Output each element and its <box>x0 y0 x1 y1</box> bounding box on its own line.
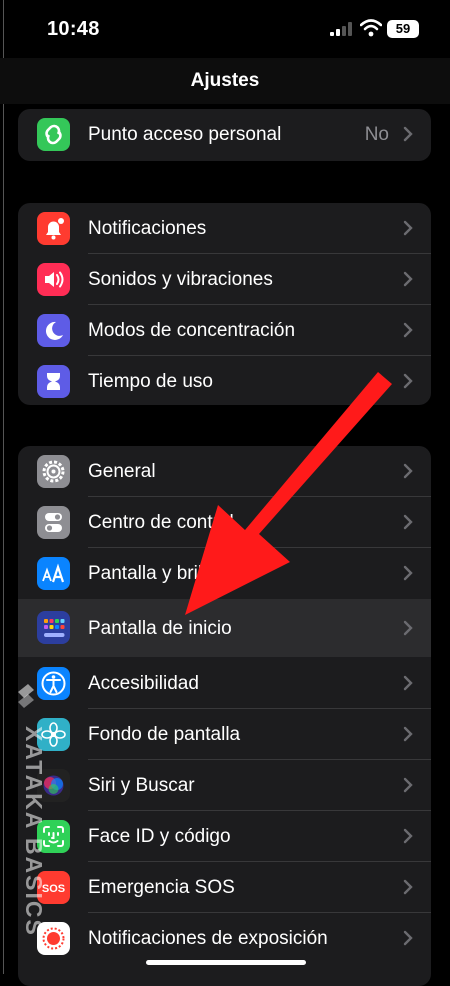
settings-row-label: Centro de control <box>88 512 234 533</box>
settings-row-label: Tiempo de uso <box>88 371 213 392</box>
settings-row-exposure[interactable]: Notificaciones de exposición <box>18 913 431 964</box>
settings-row-label: Notificaciones de exposición <box>88 928 328 949</box>
status-time: 10:48 <box>47 18 100 40</box>
settings-row-label: Siri y Buscar <box>88 775 195 796</box>
speaker-icon <box>37 263 70 296</box>
settings-row-face-id[interactable]: Face ID y código <box>18 811 431 862</box>
battery-indicator: 59 <box>387 20 419 38</box>
settings-row-emergency-sos[interactable]: SOS Emergencia SOS <box>18 862 431 913</box>
settings-row-screen-time[interactable]: Tiempo de uso <box>18 356 431 405</box>
settings-row-wallpaper[interactable]: Fondo de pantalla <box>18 709 431 760</box>
settings-row-home-screen[interactable]: Pantalla de inicio <box>18 599 431 657</box>
chevron-right-icon <box>403 879 413 895</box>
settings-row-control-center[interactable]: Centro de control <box>18 497 431 548</box>
home-indicator[interactable] <box>146 960 306 965</box>
chevron-right-icon <box>403 373 413 389</box>
hotspot-icon <box>37 118 70 151</box>
toggles-icon <box>37 506 70 539</box>
chevron-right-icon <box>403 565 413 581</box>
screen-edge-line <box>3 0 4 974</box>
settings-row-accessibility[interactable]: Accesibilidad <box>18 658 431 709</box>
settings-row-label: Sonidos y vibraciones <box>88 269 273 290</box>
accessibility-icon <box>37 667 70 700</box>
settings-row-label: Face ID y código <box>88 826 231 847</box>
chevron-right-icon <box>403 463 413 479</box>
chevron-right-icon <box>403 514 413 530</box>
chevron-right-icon <box>403 930 413 946</box>
settings-row-label: Pantalla de inicio <box>88 618 232 639</box>
settings-row-label: General <box>88 461 156 482</box>
settings-row-label: Pantalla y brillo <box>88 563 217 584</box>
text-size-icon <box>37 557 70 590</box>
gear-icon <box>37 455 70 488</box>
chevron-right-icon <box>403 828 413 844</box>
chevron-right-icon <box>403 126 413 142</box>
chevron-right-icon <box>403 322 413 338</box>
settings-row-sounds[interactable]: Sonidos y vibraciones <box>18 254 431 305</box>
chevron-right-icon <box>403 726 413 742</box>
settings-row-label: Fondo de pantalla <box>88 724 241 745</box>
chevron-right-icon <box>403 220 413 236</box>
settings-row-notifications[interactable]: Notificaciones <box>18 203 431 254</box>
settings-group-notifications: Notificaciones Sonidos y vibraciones Mod… <box>18 203 431 405</box>
hourglass-icon <box>37 365 70 398</box>
home-grid-icon <box>37 611 70 644</box>
settings-row-focus[interactable]: Modos de concentración <box>18 305 431 356</box>
xataka-logo-icon <box>18 684 34 708</box>
navigation-bar: Ajustes <box>0 58 450 104</box>
settings-row-general[interactable]: General <box>18 446 431 497</box>
chevron-right-icon <box>403 777 413 793</box>
settings-row-label: Accesibilidad <box>88 673 199 694</box>
chevron-right-icon <box>403 271 413 287</box>
settings-row-label: Emergencia SOS <box>88 877 235 898</box>
wifi-icon <box>360 19 382 37</box>
settings-row-hotspot[interactable]: Punto acceso personal No <box>18 109 431 160</box>
settings-row-label: Modos de concentración <box>88 320 296 341</box>
bell-icon <box>37 212 70 245</box>
settings-group-general: General Centro de control Pantalla y bri… <box>18 446 431 986</box>
watermark-text: XATAKA BASICS <box>21 726 47 937</box>
chevron-right-icon <box>403 675 413 691</box>
settings-row-label: Punto acceso personal <box>88 124 282 145</box>
moon-icon <box>37 314 70 347</box>
cellular-signal-icon <box>330 22 352 36</box>
status-bar: 10:48 59 <box>0 0 450 58</box>
page-title: Ajustes <box>190 70 260 91</box>
chevron-right-icon <box>403 620 413 636</box>
settings-row-value: No <box>364 124 389 145</box>
settings-group-connectivity: Punto acceso personal No <box>18 109 431 161</box>
settings-row-label: Notificaciones <box>88 218 207 239</box>
settings-row-siri[interactable]: Siri y Buscar <box>18 760 431 811</box>
settings-row-display[interactable]: Pantalla y brillo <box>18 548 431 599</box>
